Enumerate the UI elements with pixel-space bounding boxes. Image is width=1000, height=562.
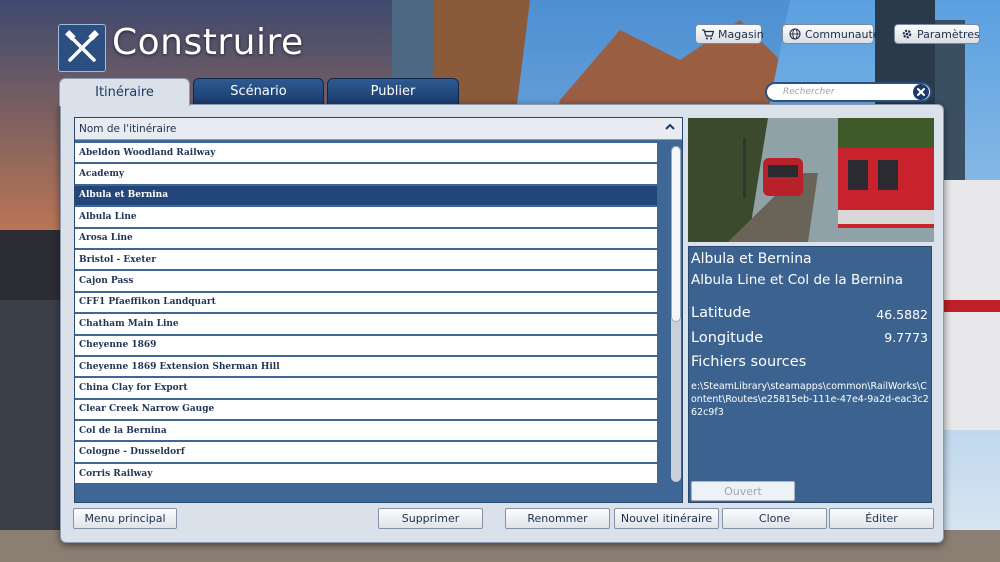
- close-icon: [917, 88, 925, 96]
- settings-button[interactable]: Paramètres: [894, 24, 980, 44]
- cart-icon: [702, 28, 714, 39]
- clear-search-button[interactable]: [913, 84, 929, 100]
- source-files-path: e:\SteamLibrary\steamapps\common\RailWor…: [691, 381, 929, 418]
- list-item[interactable]: Corris Railway: [75, 463, 657, 484]
- list-item[interactable]: Albula Line: [75, 207, 657, 227]
- rename-button[interactable]: Renommer: [505, 508, 610, 529]
- route-list-column-header[interactable]: Nom de l'itinéraire: [75, 118, 682, 140]
- column-header-label: Nom de l'itinéraire: [79, 122, 177, 135]
- main-menu-button[interactable]: Menu principal: [73, 508, 177, 529]
- list-item[interactable]: Clear Creek Narrow Gauge: [75, 399, 657, 420]
- list-scrollbar-thumb[interactable]: [671, 146, 681, 322]
- route-name: Albula et Bernina: [691, 251, 812, 267]
- delete-button[interactable]: Supprimer: [378, 508, 483, 529]
- source-files-label: Fichiers sources: [691, 354, 807, 370]
- list-item[interactable]: Arosa Line: [75, 228, 657, 248]
- search-input[interactable]: [783, 84, 907, 100]
- latitude-value: 46.5882: [876, 307, 928, 322]
- build-tools-icon: [58, 24, 106, 72]
- open-button[interactable]: Ouvert: [691, 481, 795, 501]
- list-item[interactable]: CFF1 Pfaeffikon Landquart: [75, 292, 657, 313]
- page-title: Construire: [112, 22, 304, 63]
- search-box: [765, 82, 932, 102]
- settings-button-label: Paramètres: [917, 27, 980, 41]
- edit-button[interactable]: Éditer: [829, 508, 934, 529]
- new-route-button[interactable]: Nouvel itinéraire: [614, 508, 719, 529]
- latitude-label: Latitude: [691, 305, 751, 321]
- route-rows: Abeldon Woodland Railway Academy Albula et…: [75, 143, 657, 485]
- list-item[interactable]: Abeldon Woodland Railway: [75, 143, 657, 163]
- list-item[interactable]: Cologne - Dusseldorf: [75, 442, 657, 462]
- list-scrollbar[interactable]: [671, 146, 681, 482]
- tab-publish[interactable]: Publier: [327, 78, 459, 105]
- list-item[interactable]: Cheyenne 1869 Extension Sherman Hill: [75, 356, 657, 377]
- chevron-up-icon: [665, 123, 675, 130]
- globe-icon: [789, 28, 801, 40]
- list-item[interactable]: Bristol - Exeter: [75, 249, 657, 270]
- list-item[interactable]: Academy: [75, 164, 657, 184]
- list-item[interactable]: Chatham Main Line: [75, 314, 657, 334]
- tab-route[interactable]: Itinéraire: [59, 78, 190, 106]
- gear-icon: [902, 29, 912, 39]
- list-item[interactable]: China Clay for Export: [75, 378, 657, 398]
- clone-button[interactable]: Clone: [722, 508, 827, 529]
- route-list: Nom de l'itinéraire Abeldon Woodland Rai…: [74, 117, 683, 503]
- shop-button[interactable]: Magasin: [695, 24, 764, 44]
- list-item[interactable]: Cajon Pass: [75, 271, 657, 291]
- community-button[interactable]: Communauté: [782, 24, 880, 44]
- list-item[interactable]: Albula et Bernina: [75, 185, 657, 206]
- list-item[interactable]: Col de la Bernina: [75, 421, 657, 441]
- community-button-label: Communauté: [805, 27, 880, 41]
- longitude-value: 9.7773: [884, 330, 928, 345]
- shop-button-label: Magasin: [718, 27, 764, 41]
- tab-scenario[interactable]: Scénario: [193, 78, 324, 105]
- route-preview-image: [688, 118, 934, 242]
- route-subtitle: Albula Line et Col de la Bernina: [691, 272, 903, 288]
- longitude-label: Longitude: [691, 330, 764, 346]
- route-details-panel: Albula et Bernina Albula Line et Col de …: [688, 246, 932, 503]
- list-item[interactable]: Cheyenne 1869: [75, 335, 657, 355]
